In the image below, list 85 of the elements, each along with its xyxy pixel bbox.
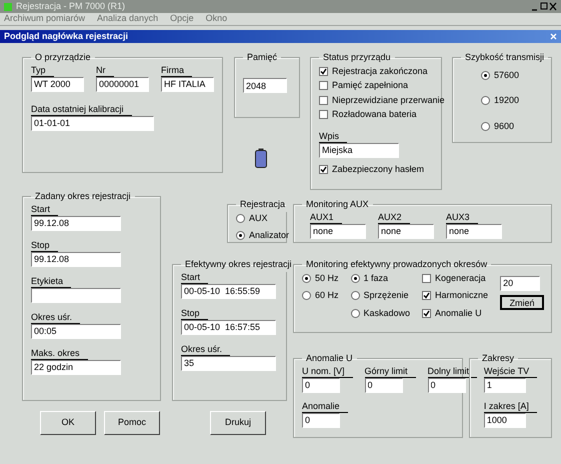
radio-label: 60 Hz — [315, 289, 339, 302]
input-field[interactable]: 0 — [302, 378, 340, 392]
group-title: Szybkość transmisji — [464, 51, 546, 64]
input-field[interactable]: 00-05-10 16:57:55 — [181, 320, 276, 334]
checkbox[interactable] — [319, 164, 328, 174]
input-field[interactable]: none — [446, 224, 502, 238]
dialog-button[interactable]: Pomoc — [104, 410, 160, 434]
group-title: Status przyrządu — [322, 51, 392, 64]
input-field[interactable]: 1000 — [484, 412, 526, 428]
group-title: O przyrządzie — [34, 51, 92, 64]
input-field[interactable]: none — [310, 224, 366, 238]
group-title: Zadany okres rejestracji — [34, 190, 132, 203]
input-field[interactable]: 00000001 — [96, 76, 149, 92]
dialog-button[interactable]: OK — [40, 410, 96, 434]
radio-button[interactable] — [302, 274, 311, 283]
group-title: Efektywny okres rejestracji — [184, 258, 293, 271]
checkbox[interactable] — [422, 274, 432, 283]
radio-button[interactable] — [350, 308, 360, 318]
radio-label: 57600 — [494, 68, 520, 82]
checkbox-label: Pamięć zapełniona — [332, 79, 408, 92]
input-field[interactable]: 20 — [500, 276, 540, 290]
input-field[interactable]: 0 — [302, 412, 340, 428]
group-title: Zakresy — [481, 352, 516, 365]
checkbox-label: Nieprzewidziane przerwanie — [332, 94, 445, 107]
group-title: Pamięć — [246, 51, 278, 64]
radio-button[interactable] — [236, 214, 245, 223]
radio-button[interactable] — [236, 231, 245, 240]
checkbox[interactable] — [422, 308, 432, 318]
input-field[interactable]: none — [378, 224, 434, 238]
input-field[interactable]: 0 — [364, 378, 403, 392]
input-field[interactable]: Miejska — [319, 142, 399, 158]
window-controls-icon[interactable] — [531, 2, 557, 11]
radio-button[interactable] — [302, 291, 311, 300]
input-field[interactable]: 99.12.08 — [31, 216, 121, 230]
checkbox[interactable] — [319, 110, 328, 120]
input-field[interactable]: HF ITALIA — [161, 76, 214, 92]
checkbox[interactable] — [319, 81, 328, 90]
checkbox-label: Harmoniczne — [435, 289, 488, 302]
radio-label: Analizator — [249, 229, 290, 242]
input-field[interactable]: 0 — [428, 378, 466, 392]
radio-label: 50 Hz — [315, 272, 339, 284]
group-title: Monitoring AUX — [305, 198, 370, 211]
change-button[interactable]: Zmień — [500, 294, 544, 310]
radio-label: 19200 — [494, 94, 520, 107]
dialog-button[interactable]: Drukuj — [210, 410, 266, 434]
menu-item[interactable]: Archiwum pomiarów — [4, 12, 86, 26]
radio-button[interactable] — [350, 291, 360, 300]
radio-label: Kaskadowo — [364, 306, 410, 320]
app-title: Rejestracja - PM 7000 (R1) — [16, 0, 126, 13]
radio-label: 9600 — [494, 120, 514, 132]
checkbox-label: Kogeneracja — [435, 272, 486, 285]
app-icon — [4, 2, 12, 10]
checkbox[interactable] — [319, 66, 328, 76]
checkbox-label: Anomalie U — [435, 306, 482, 320]
input-field[interactable]: 22 godzin — [31, 360, 121, 374]
group-title: Monitoring efektywny prowadzonych okresów — [305, 258, 488, 271]
input-field[interactable]: 99.12.08 — [31, 252, 121, 266]
menu-item[interactable]: Okno — [206, 12, 228, 26]
input-field[interactable]: 35 — [181, 356, 276, 370]
checkbox[interactable] — [422, 291, 432, 300]
dialog-title: Podgląd nagłówka rejestracji — [4, 30, 128, 43]
checkbox-label: Rozładowana bateria — [332, 108, 417, 121]
radio-button[interactable] — [481, 70, 490, 80]
radio-button[interactable] — [481, 122, 490, 131]
battery-icon — [254, 148, 266, 168]
input-field[interactable]: 00-05-10 16:55:59 — [181, 284, 276, 298]
radio-label: AUX — [249, 212, 268, 224]
menu-item[interactable]: Opcje — [170, 12, 194, 26]
radio-button[interactable] — [350, 274, 360, 283]
menu-item[interactable]: Analiza danych — [97, 12, 158, 26]
radio-button[interactable] — [481, 96, 490, 106]
group-title: Anomalie U — [305, 352, 354, 365]
input-field[interactable]: 00:05 — [31, 324, 121, 338]
radio-label: Sprzężenie — [364, 289, 409, 302]
close-icon[interactable] — [550, 33, 557, 40]
checkbox-label: Zabezpieczony hasłem — [332, 162, 424, 176]
input-field[interactable]: 01-01-01 — [31, 116, 154, 130]
checkbox[interactable] — [319, 96, 328, 105]
input-field[interactable] — [31, 288, 121, 302]
radio-label: 1 faza — [364, 272, 388, 284]
input-field[interactable]: 1 — [484, 378, 526, 392]
group-title: Rejestracja — [239, 198, 286, 211]
input-field[interactable]: WT 2000 — [31, 76, 84, 92]
checkbox-label: Rejestracja zakończona — [332, 64, 428, 78]
input-field[interactable]: 2048 — [243, 78, 287, 93]
